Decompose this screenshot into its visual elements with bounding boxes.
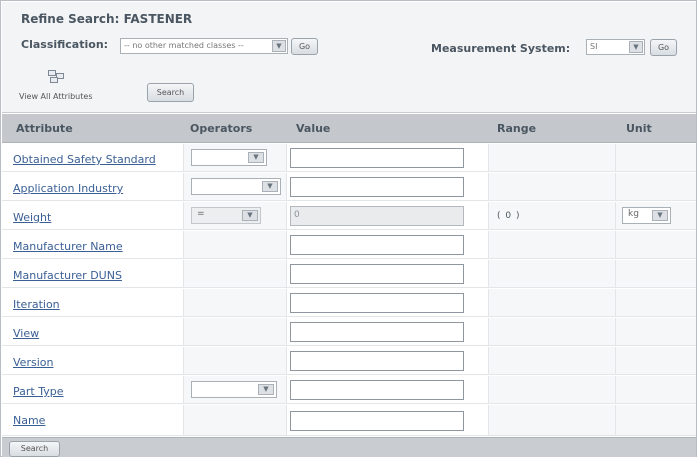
value-input[interactable] — [290, 177, 464, 197]
page-title: Refine Search: FASTENER — [21, 12, 193, 26]
attributes-table-header: Attribute Operators Value Range Unit — [2, 114, 696, 143]
value-input[interactable] — [290, 264, 464, 284]
unit-select[interactable]: kg ▼ — [622, 207, 671, 224]
view-all-attributes-link[interactable]: View All Attributes — [19, 92, 92, 101]
value-input[interactable] — [290, 351, 464, 371]
operator-select[interactable]: ▼ — [191, 178, 281, 195]
value-input[interactable] — [290, 148, 464, 168]
attribute-link-obtained-safety-standard[interactable]: Obtained Safety Standard — [13, 153, 156, 166]
attribute-link-application-industry[interactable]: Application Industry — [13, 182, 123, 195]
table-row: View — [2, 318, 696, 346]
column-header-attribute: Attribute — [16, 122, 73, 135]
classification-select-value: -- no other matched classes -- — [124, 41, 244, 50]
classification-select[interactable]: -- no other matched classes -- ▼ — [120, 38, 288, 54]
table-row: Manufacturer DUNS — [2, 260, 696, 288]
search-button-top[interactable]: Search — [147, 83, 194, 102]
attribute-link-weight[interactable]: Weight — [13, 211, 51, 224]
measurement-system-select[interactable]: SI ▼ — [586, 39, 645, 55]
chevron-down-icon: ▼ — [248, 152, 264, 163]
operator-select-value: = — [197, 209, 205, 219]
table-row: Version — [2, 347, 696, 375]
attribute-link-manufacturer-duns[interactable]: Manufacturer DUNS — [13, 269, 122, 282]
refine-search-header: Refine Search: FASTENER Classification: … — [2, 2, 696, 113]
attribute-link-manufacturer-name[interactable]: Manufacturer Name — [13, 240, 123, 253]
column-header-operators: Operators — [190, 122, 253, 135]
value-input[interactable] — [290, 235, 464, 255]
value-input[interactable] — [290, 293, 464, 313]
search-button-bottom[interactable]: Search — [9, 441, 60, 457]
view-all-attributes-icon[interactable] — [48, 70, 64, 83]
measurement-system-label: Measurement System: — [431, 42, 571, 55]
search-footer: Search — [2, 437, 696, 457]
attribute-link-view[interactable]: View — [13, 327, 39, 340]
table-row: Obtained Safety Standard ▼ — [2, 144, 696, 172]
table-row: Part Type ▼ — [2, 376, 696, 404]
value-input[interactable] — [290, 380, 464, 400]
classification-label: Classification: — [21, 38, 109, 51]
table-row: Application Industry ▼ — [2, 173, 696, 201]
chevron-down-icon: ▼ — [272, 40, 286, 52]
chevron-down-icon: ▼ — [262, 181, 278, 192]
operator-select[interactable]: ▼ — [191, 149, 267, 166]
range-value: ( 0 ) — [497, 211, 521, 221]
value-input[interactable]: 0 — [290, 206, 464, 226]
part-type-select[interactable]: ▼ — [191, 381, 277, 398]
table-row: Name — [2, 405, 696, 436]
chevron-down-icon: ▼ — [258, 384, 274, 395]
classification-go-button[interactable]: Go — [291, 38, 318, 55]
attribute-link-name[interactable]: Name — [13, 414, 45, 427]
chevron-down-icon: ▼ — [629, 41, 643, 53]
measurement-go-button[interactable]: Go — [650, 39, 677, 56]
measurement-system-value: SI — [590, 42, 598, 51]
value-input[interactable] — [290, 411, 464, 431]
value-input[interactable] — [290, 322, 464, 342]
operator-select[interactable]: = ▼ — [191, 207, 261, 224]
column-header-value: Value — [296, 122, 331, 135]
table-row: Iteration — [2, 289, 696, 317]
table-row: Manufacturer Name — [2, 231, 696, 259]
chevron-down-icon: ▼ — [242, 210, 258, 221]
attribute-link-iteration[interactable]: Iteration — [13, 298, 60, 311]
chevron-down-icon: ▼ — [652, 210, 668, 221]
attribute-link-part-type[interactable]: Part Type — [13, 385, 63, 398]
attribute-link-version[interactable]: Version — [13, 356, 53, 369]
refine-search-panel: Refine Search: FASTENER Classification: … — [0, 0, 697, 457]
column-header-unit: Unit — [626, 122, 652, 135]
column-header-range: Range — [497, 122, 537, 135]
unit-select-value: kg — [628, 209, 639, 219]
table-row: Weight = ▼ 0 ( 0 ) kg ▼ — [2, 202, 696, 230]
